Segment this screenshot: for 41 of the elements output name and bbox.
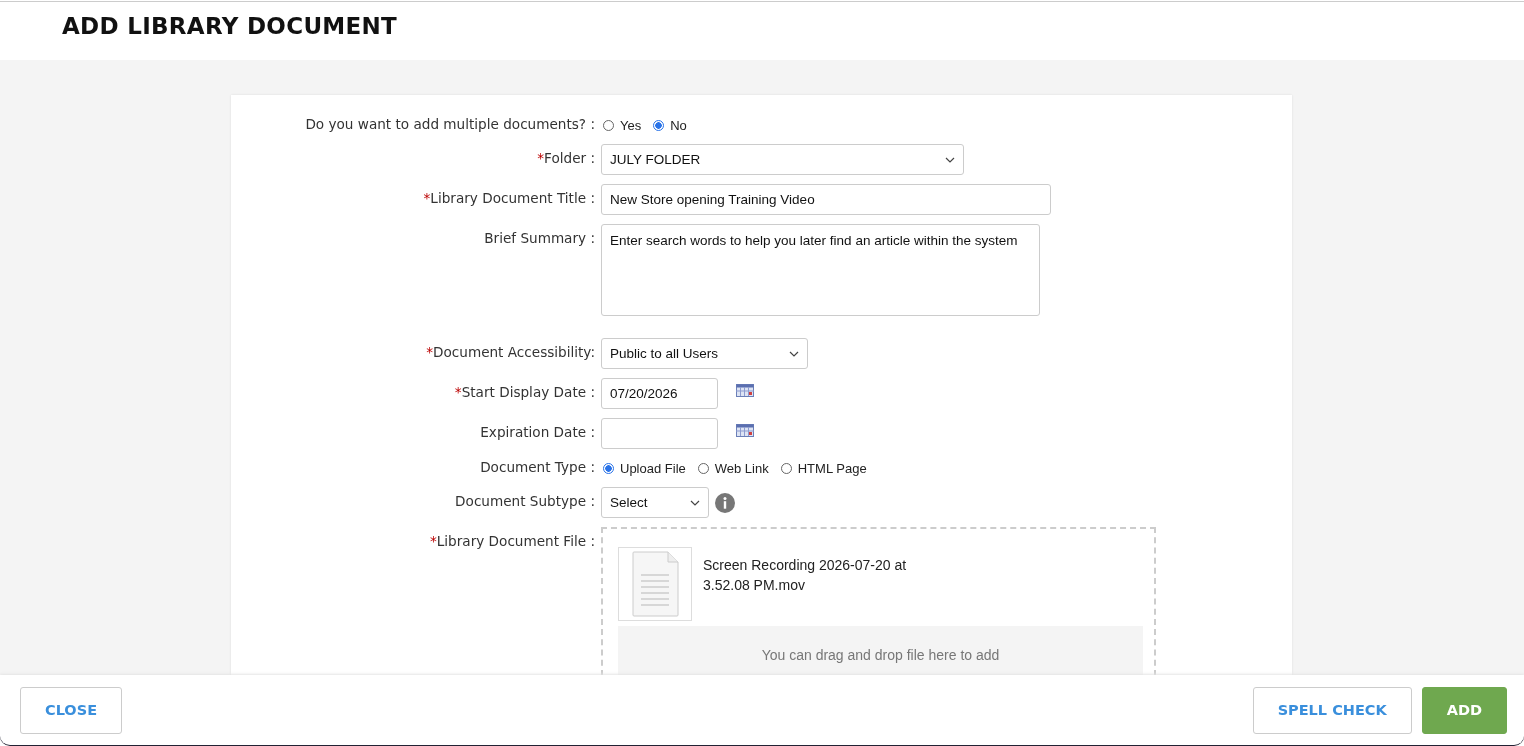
radio-label[interactable]: Web Link [714, 460, 769, 476]
chevron-icon [789, 350, 799, 357]
text-field[interactable]: New Store opening Training Video [601, 184, 1051, 215]
field-value: New Store opening Training Video [610, 192, 815, 207]
dropdown[interactable]: JULY FOLDER [601, 144, 964, 175]
drop-hint: You can drag and drop file here to add [761, 647, 1000, 663]
radio-button[interactable] [653, 119, 665, 131]
field-label: Document Type : [480, 458, 595, 475]
chevron-icon [945, 156, 955, 163]
dropdown-value: Select [610, 495, 648, 510]
field-value: 07/20/2026 [610, 386, 678, 401]
radio-label[interactable]: No [670, 117, 687, 133]
dropdown[interactable]: Public to all Users [601, 338, 808, 369]
field-label: Expiration Date : [480, 423, 595, 440]
info-icon[interactable] [715, 492, 735, 513]
radio-label[interactable]: Yes [620, 117, 642, 133]
dialog-title: ADD LIBRARY DOCUMENT [61, 12, 399, 39]
calendar-icon[interactable] [736, 384, 754, 397]
radio-label[interactable]: HTML Page [797, 460, 867, 476]
summary-field[interactable]: Enter search words to help you later find an article within the system [601, 224, 1040, 316]
field-label: *Folder : [537, 149, 595, 166]
dropdown-value: Public to all Users [610, 346, 719, 361]
field-label: Document Subtype : [455, 492, 595, 509]
chevron-icon [690, 499, 700, 506]
file-name: Screen Recording 2026-07-20 at 3.52.08 PM.mov [703, 556, 908, 595]
field-label: *Library Document Title : [423, 189, 595, 206]
field-label: *Document Accessibility: [426, 343, 595, 360]
field-label: *Library Document File : [429, 532, 595, 549]
date-field[interactable]: 07/20/2026 [601, 378, 718, 409]
field-value: Enter search words to help you later find an article within the system [610, 233, 1018, 248]
radio-label[interactable]: Upload File [620, 460, 686, 476]
dropdown[interactable]: Select [601, 487, 709, 518]
drop-area[interactable]: You can drag and drop file here to add [618, 626, 1143, 675]
dropdown-value: JULY FOLDER [610, 152, 701, 167]
calendar-icon[interactable] [736, 424, 754, 437]
field-label: *Start Display Date : [454, 383, 595, 400]
radio-button[interactable] [603, 462, 614, 474]
document-icon [631, 551, 679, 617]
field-label: Do you want to add multiple documents? : [305, 115, 595, 132]
field-label: Brief Summary : [484, 229, 595, 246]
date-field[interactable] [601, 418, 718, 449]
